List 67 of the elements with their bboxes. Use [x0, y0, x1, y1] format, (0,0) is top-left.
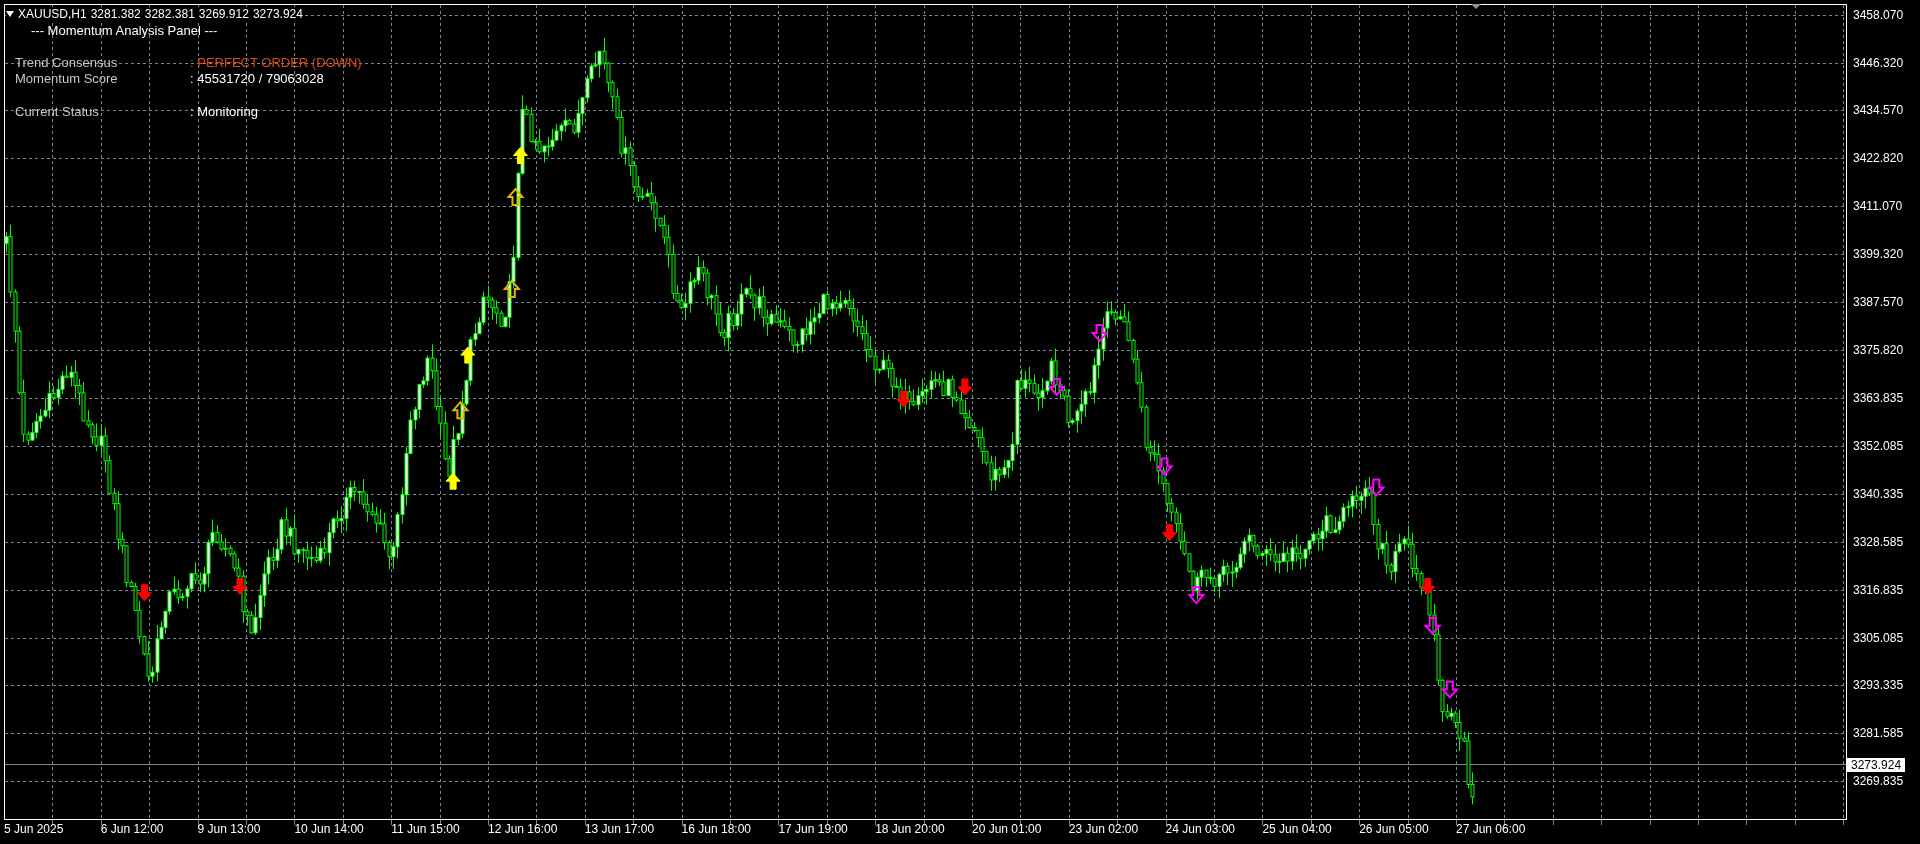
- time-tick-label: 23 Jun 02:00: [1068, 822, 1139, 836]
- time-tick-label: 27 Jun 06:00: [1456, 822, 1526, 836]
- price-tick-label: 3434.570: [1853, 103, 1904, 118]
- price-value: 3281.382: [90, 7, 141, 21]
- time-tick-label: 26 Jun 05:00: [1359, 822, 1429, 836]
- up-arrow-icon: [506, 187, 525, 207]
- time-tick-label: 16 Jun 18:00: [681, 822, 751, 836]
- down-arrow-icon: [1423, 616, 1442, 636]
- down-arrow-icon: [1187, 586, 1206, 605]
- time-tick-label: 24 Jun 03:00: [1165, 822, 1235, 836]
- panel-value: : Monitoring: [190, 104, 258, 120]
- down-arrow-icon: [1367, 478, 1386, 497]
- time-tick-label: 17 Jun 19:00: [778, 822, 848, 836]
- time-tick-label: 25 Jun 04:00: [1262, 822, 1332, 836]
- price-tick-label: 3316.835: [1853, 582, 1904, 597]
- time-tick-label: 18 Jun 20:00: [875, 822, 945, 836]
- time-tick-label: 12 Jun 16:00: [488, 822, 558, 836]
- price-tick-label: 3363.835: [1853, 391, 1904, 406]
- chart-symbol: XAUUSD,H1: [18, 7, 87, 21]
- down-arrow-icon: [957, 378, 973, 396]
- price-value: 3282.381: [144, 7, 195, 21]
- price-tick-label: 3305.085: [1853, 630, 1904, 645]
- down-arrow-icon: [1420, 578, 1436, 595]
- time-tick-label: 20 Jun 01:00: [972, 822, 1042, 836]
- up-arrow-icon: [445, 472, 461, 490]
- panel-label: Trend Consensus: [15, 55, 119, 71]
- up-arrow-icon: [512, 147, 528, 164]
- time-tick-label: 10 Jun 14:00: [294, 822, 364, 836]
- price-tick-label: 3293.335: [1853, 678, 1904, 693]
- price-tick-label: 3340.335: [1853, 487, 1904, 501]
- panel-title: --- Momentum Analysis Panel ---: [30, 23, 219, 39]
- price-tick-label: 3411.070: [1853, 199, 1903, 214]
- time-tick-label: 9 Jun 13:00: [197, 822, 261, 836]
- down-arrow-icon: [1090, 324, 1109, 343]
- price-tick-label: 3352.085: [1853, 439, 1904, 454]
- panel-label: Momentum Score: [15, 71, 119, 87]
- down-arrow-icon: [137, 584, 152, 602]
- up-arrow-icon: [502, 279, 521, 298]
- price-tick-label: 3328.585: [1853, 534, 1904, 549]
- price-value: 3273.924: [252, 7, 303, 21]
- price-tick-label: 3281.585: [1853, 726, 1904, 741]
- down-arrow-icon: [232, 578, 248, 595]
- down-arrow-icon: [896, 390, 912, 408]
- price-tick-label: 3387.570: [1853, 294, 1904, 309]
- price-value: 3269.912: [198, 7, 249, 21]
- panel-value: : PERFECT ORDER (DOWN): [190, 55, 362, 71]
- down-arrow-icon: [1440, 680, 1459, 699]
- time-tick-label: 11 Jun 15:00: [391, 822, 460, 836]
- dropdown-icon[interactable]: [6, 11, 14, 17]
- price-tick-label: 3422.820: [1853, 151, 1904, 166]
- price-tick-label: 3375.820: [1853, 342, 1904, 357]
- time-tick-label: 13 Jun 17:00: [584, 822, 655, 836]
- price-tick-label: 3446.320: [1853, 55, 1904, 70]
- down-arrow-icon: [1047, 377, 1066, 397]
- price-tick-label: 3458.070: [1853, 7, 1904, 22]
- chart-shift-icon[interactable]: [1471, 4, 1481, 9]
- current-price-label: 3273.924: [1847, 757, 1906, 772]
- up-arrow-icon: [460, 346, 476, 364]
- down-arrow-icon: [1161, 524, 1177, 542]
- price-tick-label: 3269.835: [1853, 774, 1904, 788]
- panel-value: : 45531720 / 79063028: [190, 71, 324, 87]
- price-tick-label: 3399.320: [1853, 246, 1904, 261]
- time-tick-label: 5 Jun 2025: [4, 822, 64, 836]
- time-tick-label: 6 Jun 12:00: [100, 822, 164, 836]
- panel-label: Current Status: [15, 104, 100, 120]
- down-arrow-icon: [1155, 457, 1174, 476]
- up-arrow-icon: [451, 400, 470, 420]
